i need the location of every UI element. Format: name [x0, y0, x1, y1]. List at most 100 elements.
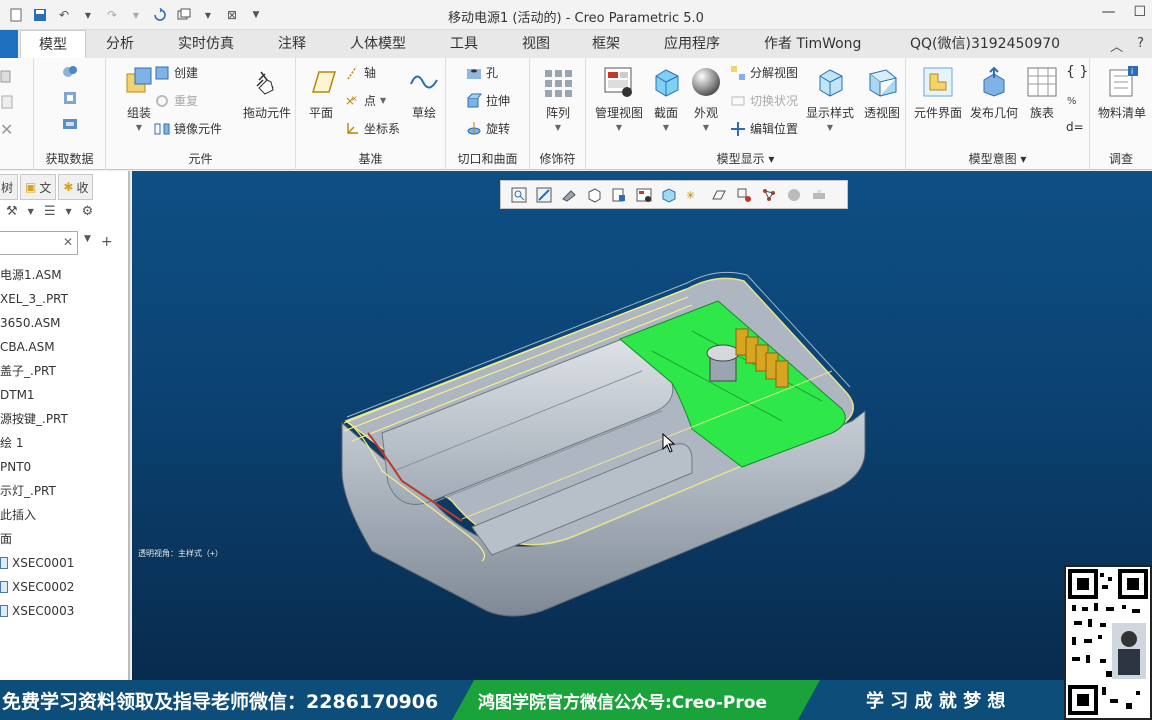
appearance-button[interactable]: 外观 ▼ [688, 66, 724, 132]
brackets-icon[interactable]: { } [1066, 64, 1088, 80]
tree-item[interactable]: 绘 1 [0, 431, 128, 455]
tree-item-xsec[interactable]: XSEC0002 [0, 575, 128, 599]
settings-dropdown-icon[interactable]: ▼ [28, 207, 34, 216]
toggle-state-button[interactable]: 切换状况 [730, 92, 798, 109]
maximize-icon[interactable]: ☐ [1133, 4, 1146, 20]
tree-item-xsec[interactable]: XSEC0001 [0, 551, 128, 575]
get-data-btn-2[interactable] [62, 90, 78, 106]
get-data-btn-3[interactable] [62, 116, 78, 132]
component-interface-button[interactable]: 元件界面 [912, 66, 964, 121]
power-bank-model[interactable] [132, 171, 1152, 680]
tree-search-input[interactable]: ✕ [0, 231, 78, 255]
group-label-investigate: 调查 [1108, 152, 1133, 166]
tab-qq[interactable]: QQ(微信)3192450970 [904, 30, 1066, 58]
search-dropdown-icon[interactable]: ▼ [84, 234, 91, 250]
sketch-button[interactable]: 草绘 [406, 66, 442, 121]
perspective-button[interactable]: 透视图 [860, 66, 904, 121]
add-filter-icon[interactable]: + [101, 234, 113, 250]
get-data-btn-1[interactable] [62, 64, 78, 80]
paste-icon[interactable] [0, 94, 16, 110]
tab-view[interactable]: 视图 [516, 30, 556, 58]
edit-position-button[interactable]: 编辑位置 [730, 120, 798, 137]
section-icon [0, 557, 8, 569]
copy-icon[interactable] [0, 68, 16, 84]
help-icon[interactable]: ? [1137, 36, 1144, 55]
switch-dimensions-icon[interactable]: % [1066, 92, 1082, 108]
panel-tabs: 树 ▣ 文 ✱ 收 [0, 174, 94, 200]
tab-framework[interactable]: 框架 [586, 30, 626, 58]
create-button[interactable]: 创建 [154, 64, 198, 81]
panel-tab-folder[interactable]: ▣ 文 [20, 174, 57, 200]
tree-item[interactable]: 3650.ASM [0, 311, 128, 335]
clear-search-icon[interactable]: ✕ [63, 235, 73, 249]
minimize-icon[interactable]: — [1101, 4, 1115, 20]
repeat-button[interactable]: 重复 [154, 92, 198, 109]
collapse-ribbon-icon[interactable]: ︿ [1110, 36, 1123, 55]
graphics-viewport[interactable]: ✳ 透明视角：主样式（+） [132, 171, 1152, 680]
pattern-button[interactable]: 阵列 ▼ [540, 66, 576, 132]
tab-bar-right-controls: ︿ ? [1110, 36, 1144, 55]
point-button[interactable]: × × 点 ▼ [344, 92, 386, 109]
svg-text:i: i [1131, 67, 1133, 76]
banner-left-text: 免费学习资料领取及指导老师微信：2286170906 [2, 690, 439, 713]
group-model-intent: 元件界面 发布几何 族表 { } % d= 模型意图 ▾ [906, 58, 1090, 170]
delete-icon[interactable]: ✕ [0, 120, 13, 139]
panel-tab-favorites[interactable]: ✱ 收 [58, 174, 94, 200]
panel-toolbar: ⚒ ▼ ☰ ▼ ⚙ [6, 204, 93, 219]
file-menu-tab[interactable] [0, 30, 18, 58]
d-equals-icon[interactable]: d= [1066, 120, 1084, 134]
section-icon [0, 605, 8, 617]
model-tree: 电源1.ASM XEL_3_.PRT 3650.ASM CBA.ASM 盖子_.… [0, 263, 128, 623]
bom-button[interactable]: i 物料清单 [1094, 66, 1150, 121]
plane-button[interactable]: 平面 [304, 66, 338, 121]
group-investigate: i 物料清单 调查 [1090, 58, 1152, 170]
show-dropdown-icon[interactable]: ▼ [65, 207, 71, 216]
tree-item[interactable]: XEL_3_.PRT [0, 287, 128, 311]
family-table-button[interactable]: 族表 [1024, 66, 1060, 121]
display-style-button[interactable]: 显示样式 ▼ [804, 66, 856, 132]
tab-author[interactable]: 作者 TimWong [758, 30, 867, 58]
tree-item[interactable]: 示灯_.PRT [0, 479, 128, 503]
group-label-component: 元件 [188, 152, 213, 166]
filter-icon[interactable]: ⚙ [82, 204, 94, 219]
mirror-component-button[interactable]: 镜像元件 [154, 120, 222, 137]
group-label-modifier: 修饰符 [539, 152, 576, 166]
settings-tree-icon[interactable]: ⚒ [6, 204, 18, 219]
tab-tools[interactable]: 工具 [444, 30, 484, 58]
manage-views-button[interactable]: 管理视图 ▼ [592, 66, 646, 132]
section-button[interactable]: 截面 ▼ [648, 66, 684, 132]
tab-live-simulation[interactable]: 实时仿真 [172, 30, 240, 58]
tree-item[interactable]: DTM1 [0, 383, 128, 407]
tab-model[interactable]: 模型 [20, 30, 86, 58]
extrude-button[interactable]: 拉伸 [466, 92, 510, 109]
csys-button[interactable]: 坐标系 [344, 120, 400, 137]
tree-item-xsec[interactable]: XSEC0003 [0, 599, 128, 623]
revolve-button[interactable]: 旋转 [466, 120, 510, 137]
svg-text:%: % [1067, 96, 1077, 107]
tab-manikin[interactable]: 人体模型 [344, 30, 412, 58]
tab-annotate[interactable]: 注释 [272, 30, 312, 58]
tab-analysis[interactable]: 分析 [100, 30, 140, 58]
tree-item[interactable]: 此插入 [0, 503, 128, 527]
show-list-icon[interactable]: ☰ [44, 204, 56, 219]
section-icon [0, 581, 8, 593]
tree-item[interactable]: PNT0 [0, 455, 128, 479]
tree-item[interactable]: 电源1.ASM [0, 263, 128, 287]
group-get-data: 获取数据 [34, 58, 106, 170]
tree-item[interactable]: 面 [0, 527, 128, 551]
tree-item[interactable]: CBA.ASM [0, 335, 128, 359]
axis-button[interactable]: 轴 [344, 64, 376, 81]
tree-item[interactable]: 盖子_.PRT [0, 359, 128, 383]
svg-text:×: × [351, 94, 358, 103]
mouse-cursor-icon [662, 433, 676, 453]
tree-item[interactable]: 源按键_.PRT [0, 407, 128, 431]
ribbon: ✕ 获取数据 组装 ▼ 创建 重复 镜像元件 拖动元件 元件 平面 轴 × × 点 ▼ … [0, 58, 1152, 170]
search-extras: ▼ + [84, 234, 113, 250]
explode-view-button[interactable]: 分解视图 [730, 64, 798, 81]
panel-tab-tree[interactable]: 树 [0, 174, 19, 200]
publish-geometry-button[interactable]: 发布几何 [968, 66, 1020, 121]
tab-applications[interactable]: 应用程序 [658, 30, 726, 58]
group-label-model-intent: 模型意图 ▾ [968, 152, 1027, 166]
hole-button[interactable]: 孔 [466, 64, 498, 81]
drag-component-button[interactable]: 拖动元件 [238, 66, 296, 121]
